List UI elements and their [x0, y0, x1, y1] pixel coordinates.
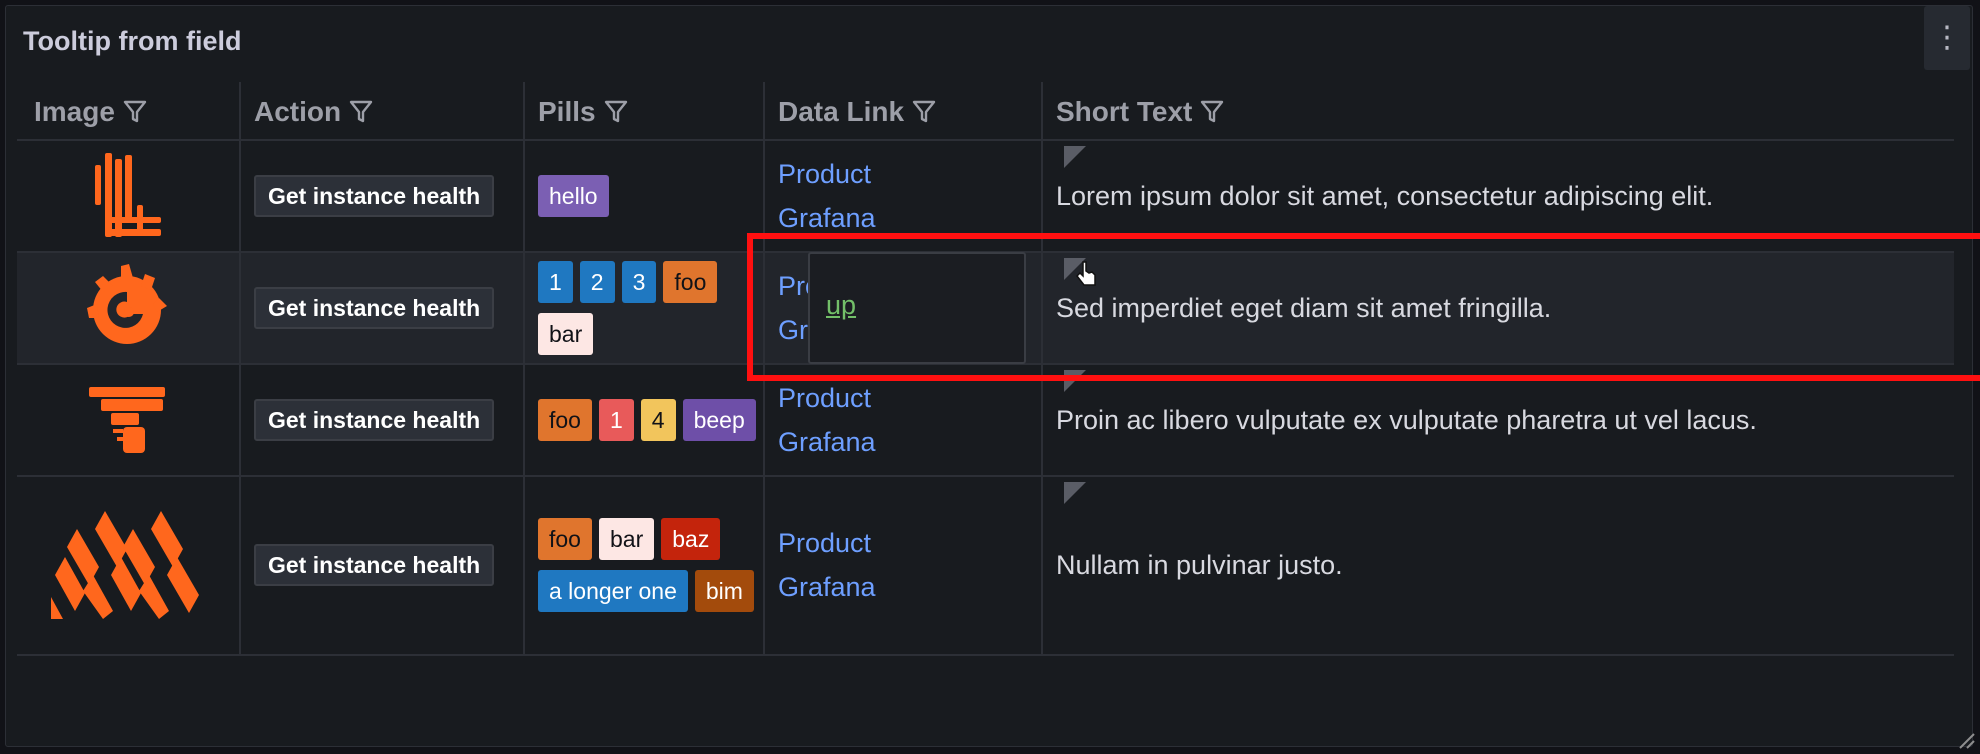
- data-link-line: Grafana: [778, 427, 876, 457]
- grafana-logo: [87, 264, 167, 344]
- pill: 4: [640, 399, 676, 441]
- pill: 1: [598, 399, 634, 441]
- pill: bar: [538, 313, 594, 355]
- pills-cell: foo bar baz a longer one bim: [538, 476, 758, 654]
- pill: a longer one: [538, 570, 688, 612]
- data-link-line: Product: [778, 528, 872, 558]
- pyroscope-logo: [89, 387, 165, 453]
- table-row: Get instance health foo 1 4 beep Product Gr…: [17, 364, 1954, 476]
- pill: baz: [661, 518, 721, 560]
- cell-tooltip-indicator[interactable]: [1064, 370, 1086, 392]
- image-cell: [17, 476, 237, 654]
- get-instance-health-button[interactable]: Get instance health: [254, 175, 495, 217]
- column-header-action[interactable]: Action: [254, 82, 373, 142]
- pills-list: foo bar baz a longer one bim: [538, 518, 758, 612]
- pill: bim: [694, 570, 754, 612]
- data-link[interactable]: Product Grafana: [778, 152, 876, 240]
- get-instance-health-button[interactable]: Get instance health: [254, 544, 495, 586]
- pill: hello: [538, 175, 609, 217]
- data-link[interactable]: Product Grafana: [778, 521, 876, 609]
- column-header-label: Pills: [538, 96, 596, 127]
- pill: foo: [663, 261, 718, 303]
- column-header-short-text[interactable]: Short Text: [1056, 82, 1224, 142]
- action-cell: Get instance health: [254, 140, 495, 252]
- short-text-cell: Proin ac libero vulputate ex vulputate p…: [1056, 364, 1757, 476]
- data-link-line: Product: [778, 159, 872, 189]
- get-instance-health-button[interactable]: Get instance health: [254, 399, 495, 441]
- pointer-hand-icon: [1076, 261, 1096, 286]
- column-divider[interactable]: [763, 82, 765, 656]
- pills-list: foo 1 4 beep: [538, 399, 758, 441]
- short-text-cell: Lorem ipsum dolor sit amet, consectetur …: [1056, 140, 1713, 252]
- filter-icon[interactable]: [349, 99, 373, 125]
- short-text: Sed imperdiet eget diam sit amet fringil…: [1056, 292, 1552, 323]
- tooltip-link[interactable]: up: [826, 290, 856, 321]
- short-text: Lorem ipsum dolor sit amet, consectetur …: [1056, 180, 1714, 211]
- column-header-label: Image: [34, 96, 115, 127]
- pill: bar: [598, 518, 655, 560]
- pill: beep: [682, 399, 756, 441]
- image-cell: [17, 364, 237, 476]
- pills-list: hello: [538, 175, 758, 217]
- short-text: Proin ac libero vulputate ex vulputate p…: [1056, 404, 1757, 435]
- data-link[interactable]: Product Grafana: [778, 376, 876, 464]
- filter-icon[interactable]: [912, 99, 936, 125]
- pill: foo: [538, 399, 592, 441]
- image-cell: [17, 252, 237, 364]
- data-link-line: Grafana: [778, 572, 876, 602]
- data-link-line: Product: [778, 383, 872, 413]
- action-cell: Get instance health: [254, 252, 495, 364]
- filter-icon[interactable]: [123, 99, 147, 125]
- pills-cell: foo 1 4 beep: [538, 364, 758, 476]
- row-divider: [17, 475, 1954, 477]
- column-header-image[interactable]: Image: [34, 82, 147, 142]
- pill: foo: [538, 518, 592, 560]
- data-link-line: Grafana: [778, 203, 876, 233]
- pills-cell: 1 2 3 foo bar: [538, 252, 758, 364]
- pill: 1: [538, 261, 573, 303]
- cell-tooltip-indicator[interactable]: [1064, 146, 1086, 168]
- kebab-vertical-icon: ⋮: [1932, 21, 1962, 54]
- data-link-cell: Product Grafana: [778, 364, 876, 476]
- column-divider[interactable]: [239, 82, 241, 656]
- pills-cell: hello: [538, 140, 758, 252]
- column-header-data-link[interactable]: Data Link: [778, 82, 936, 142]
- short-text-cell: Nullam in pulvinar justo.: [1056, 476, 1343, 654]
- column-header-pills[interactable]: Pills: [538, 82, 628, 142]
- row-divider: [17, 139, 1954, 141]
- panel-menu-button[interactable]: ⋮: [1924, 6, 1970, 70]
- data-link-cell: Product Grafana: [778, 476, 876, 654]
- pill: 3: [621, 261, 657, 303]
- image-cell: [17, 140, 237, 252]
- action-cell: Get instance health: [254, 364, 495, 476]
- resize-handle-icon[interactable]: [1954, 728, 1976, 750]
- filter-icon[interactable]: [1200, 99, 1224, 125]
- mimir-logo: [51, 511, 199, 619]
- pills-list: 1 2 3 foo bar: [538, 261, 758, 355]
- pill: 2: [579, 261, 615, 303]
- column-header-label: Short Text: [1056, 96, 1193, 127]
- cell-tooltip-indicator[interactable]: [1064, 482, 1086, 504]
- short-text-cell: Sed imperdiet eget diam sit amet fringil…: [1056, 252, 1551, 364]
- action-cell: Get instance health: [254, 476, 495, 654]
- table-row: Get instance health hello Product Grafan…: [17, 140, 1954, 252]
- cell-tooltip: up: [808, 252, 1026, 364]
- filter-icon[interactable]: [604, 99, 628, 125]
- data-link-cell: Product Grafana: [778, 140, 876, 252]
- get-instance-health-button[interactable]: Get instance health: [254, 287, 495, 329]
- table-row: Get instance health foo bar baz a longer on…: [17, 476, 1954, 654]
- short-text: Nullam in pulvinar justo.: [1056, 549, 1343, 580]
- column-divider[interactable]: [1041, 82, 1043, 656]
- panel-title: Tooltip from field: [23, 26, 242, 56]
- row-divider: [17, 654, 1954, 656]
- tempo-logo: [95, 153, 161, 237]
- column-header-label: Data Link: [778, 96, 905, 127]
- column-divider[interactable]: [523, 82, 525, 656]
- column-header-label: Action: [254, 96, 342, 127]
